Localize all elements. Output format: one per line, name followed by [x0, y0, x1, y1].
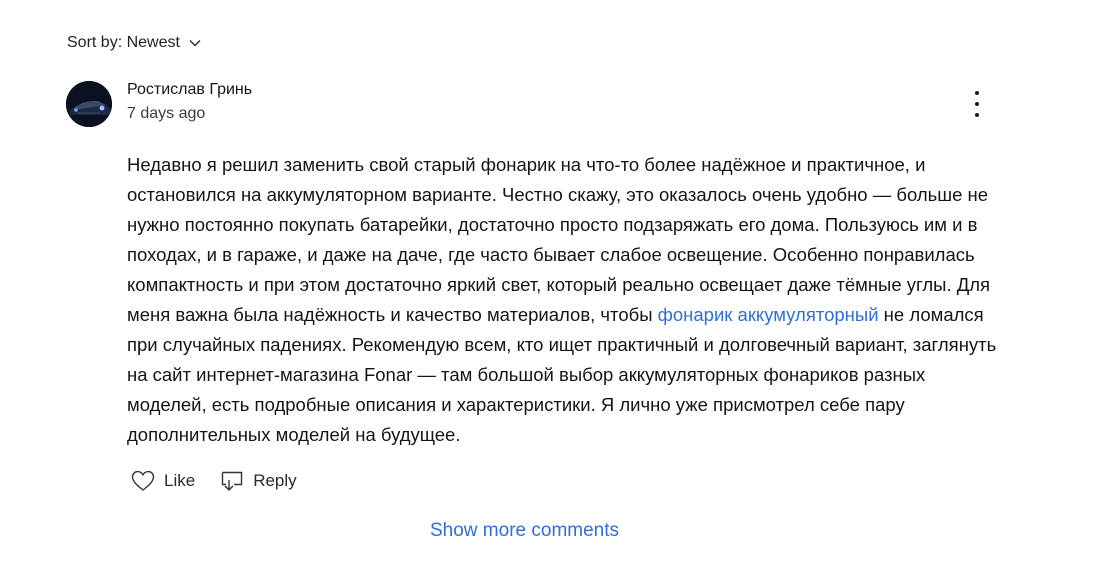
reply-icon [221, 471, 243, 491]
user-avatar [66, 81, 112, 127]
chevron-down-icon [189, 40, 201, 47]
comment-timestamp: 7 days ago [127, 105, 206, 122]
sort-label: Sort by: Newest [67, 34, 180, 51]
comment-actions: Like Reply [130, 468, 321, 494]
show-more-comments-button[interactable]: Show more comments [430, 520, 619, 542]
avatar[interactable] [66, 81, 112, 127]
menu-dot [975, 91, 979, 95]
comment-text: Недавно я решил заменить свой старый фон… [127, 154, 991, 325]
more-vertical-icon[interactable] [966, 91, 988, 117]
brand-name: Fonar [363, 364, 413, 385]
like-button[interactable]: Like [130, 468, 195, 494]
comment-body: Недавно я решил заменить свой старый фон… [127, 150, 1007, 450]
heart-icon [131, 470, 155, 491]
comment-author[interactable]: Ростислав Гринь [127, 81, 252, 99]
sort-dropdown[interactable]: Sort by: Newest [67, 34, 202, 52]
product-link[interactable]: фонарик аккумуляторный [658, 304, 879, 325]
menu-dot [975, 113, 979, 117]
menu-dot [975, 102, 979, 106]
reply-button[interactable]: Reply [219, 468, 297, 494]
like-label: Like [164, 471, 196, 490]
reply-label: Reply [253, 471, 297, 490]
